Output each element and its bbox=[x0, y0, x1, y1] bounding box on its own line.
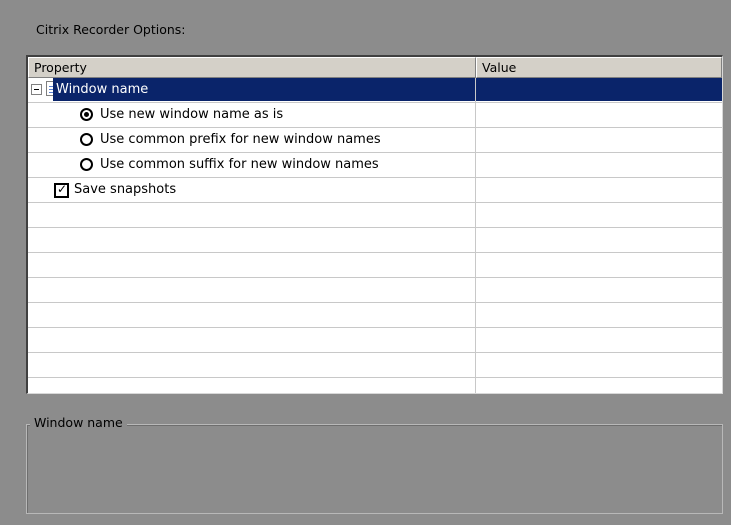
property-cell[interactable]: ✓ Save snapshots bbox=[28, 178, 476, 202]
table-row-empty bbox=[28, 353, 722, 378]
column-header-property[interactable]: Property bbox=[28, 57, 476, 78]
table-row-use-new-window-name[interactable]: Use new window name as is bbox=[28, 103, 722, 128]
option-label: Use new window name as is bbox=[100, 107, 284, 122]
property-cell[interactable]: Use new window name as is bbox=[28, 103, 476, 127]
table-row-empty bbox=[28, 253, 722, 278]
table-row-empty bbox=[28, 328, 722, 353]
option-label: Use common prefix for new window names bbox=[100, 132, 381, 147]
value-cell bbox=[476, 228, 722, 252]
property-cell bbox=[28, 353, 476, 377]
property-cell bbox=[28, 328, 476, 352]
option-label: Use common suffix for new window names bbox=[100, 157, 379, 172]
property-cell bbox=[28, 278, 476, 302]
grid-header: Property Value bbox=[28, 57, 722, 78]
table-row-empty bbox=[28, 203, 722, 228]
window-name-label[interactable]: Window name bbox=[53, 78, 475, 101]
property-cell bbox=[28, 303, 476, 327]
value-cell bbox=[476, 303, 722, 327]
table-row-common-suffix[interactable]: Use common suffix for new window names bbox=[28, 153, 722, 178]
column-header-value[interactable]: Value bbox=[476, 57, 722, 78]
value-cell bbox=[476, 353, 722, 377]
value-cell[interactable] bbox=[476, 153, 722, 177]
description-groupbox bbox=[26, 424, 723, 514]
table-row-window-name[interactable]: Window name bbox=[28, 78, 722, 103]
collapse-icon[interactable] bbox=[31, 84, 42, 95]
table-row-common-prefix[interactable]: Use common prefix for new window names bbox=[28, 128, 722, 153]
checkbox-save-snapshots[interactable]: ✓ bbox=[54, 182, 69, 198]
grid-rows: Window name Use new window name as is Us… bbox=[28, 78, 722, 393]
value-cell[interactable] bbox=[476, 128, 722, 152]
property-cell[interactable]: Window name bbox=[28, 78, 476, 102]
option-label: Save snapshots bbox=[74, 182, 177, 197]
property-cell[interactable]: Use common suffix for new window names bbox=[28, 153, 476, 177]
table-row-empty bbox=[28, 378, 722, 393]
table-row-empty bbox=[28, 303, 722, 328]
table-row-empty bbox=[28, 278, 722, 303]
value-cell bbox=[476, 203, 722, 227]
radio-button-common-suffix[interactable] bbox=[80, 158, 93, 171]
value-cell bbox=[476, 328, 722, 352]
value-cell bbox=[476, 253, 722, 277]
value-cell[interactable] bbox=[476, 103, 722, 127]
value-cell[interactable] bbox=[476, 178, 722, 202]
table-row-empty bbox=[28, 228, 722, 253]
panel-title: Citrix Recorder Options: bbox=[36, 22, 186, 37]
property-cell bbox=[28, 203, 476, 227]
value-cell bbox=[476, 278, 722, 302]
property-grid[interactable]: Property Value Window name Use new windo… bbox=[26, 55, 723, 394]
table-row-save-snapshots[interactable]: ✓ Save snapshots bbox=[28, 178, 722, 203]
property-cell bbox=[28, 253, 476, 277]
radio-button-common-prefix[interactable] bbox=[80, 133, 93, 146]
radio-button-use-new-window-name[interactable] bbox=[80, 108, 93, 121]
property-cell[interactable]: Use common prefix for new window names bbox=[28, 128, 476, 152]
property-cell bbox=[28, 228, 476, 252]
value-cell[interactable] bbox=[476, 78, 722, 102]
value-cell bbox=[476, 378, 722, 393]
description-legend: Window name bbox=[30, 414, 127, 432]
property-cell bbox=[28, 378, 476, 393]
